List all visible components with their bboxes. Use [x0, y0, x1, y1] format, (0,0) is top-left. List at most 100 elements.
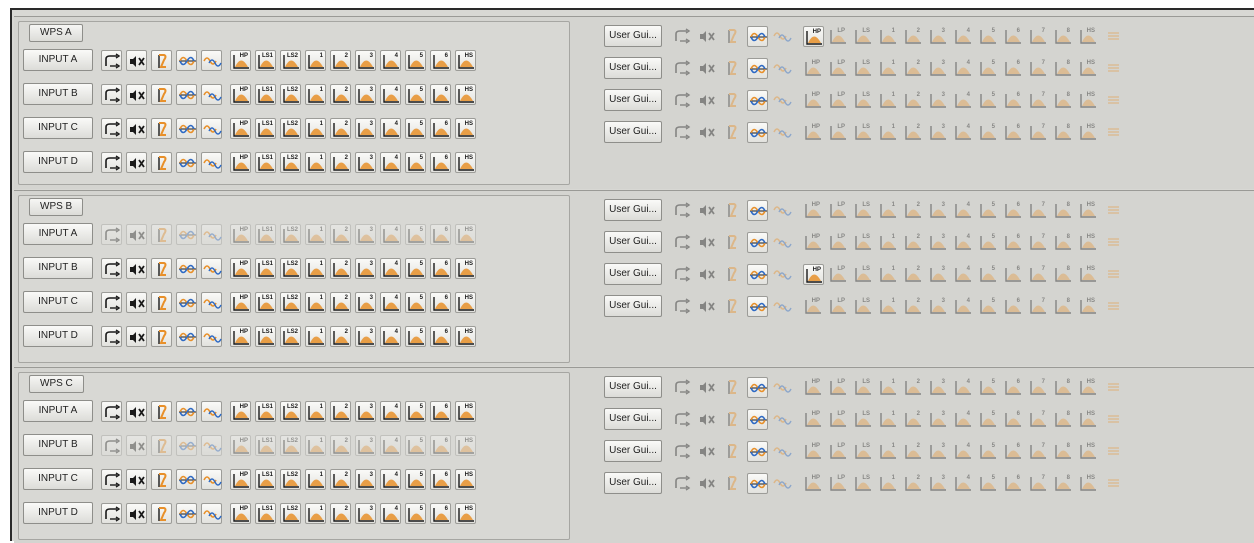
mute-icon[interactable]: [697, 200, 718, 221]
polarity-icon[interactable]: [722, 296, 743, 317]
eq-band-3-icon[interactable]: 3: [355, 83, 376, 105]
eq-band-5-icon[interactable]: 5: [405, 49, 426, 71]
eq-band-8-icon[interactable]: 8: [1053, 441, 1074, 462]
eq-band-2-icon[interactable]: 2: [330, 468, 351, 490]
route-icon[interactable]: [672, 232, 693, 253]
phase-icon[interactable]: [747, 121, 768, 143]
eq-band-6-icon[interactable]: 6: [430, 151, 451, 173]
mute-icon[interactable]: [126, 434, 147, 456]
flat-icon[interactable]: [1103, 58, 1124, 79]
eq-band-2-icon[interactable]: 2: [903, 377, 924, 398]
lp-filter-icon[interactable]: LP: [828, 122, 849, 143]
route-icon[interactable]: [672, 377, 693, 398]
eq-band-7-icon[interactable]: 7: [1028, 122, 1049, 143]
eq-band-8-icon[interactable]: 8: [1053, 200, 1074, 221]
ls1-shelf-icon[interactable]: LS1: [255, 325, 276, 347]
polarity-icon[interactable]: [722, 441, 743, 462]
mute-icon[interactable]: [126, 400, 147, 422]
wps-title-button[interactable]: WPS B: [29, 198, 84, 216]
eq-band-6-icon[interactable]: 6: [430, 468, 451, 490]
hp-filter-icon[interactable]: HP: [803, 200, 824, 221]
lp-filter-icon[interactable]: LP: [828, 441, 849, 462]
phase-icon[interactable]: [747, 57, 768, 79]
eq-band-1-icon[interactable]: 1: [878, 409, 899, 430]
delay-icon[interactable]: [772, 26, 793, 47]
eq-band-3-icon[interactable]: 3: [928, 122, 949, 143]
delay-icon[interactable]: [772, 122, 793, 143]
flat-icon[interactable]: [1103, 473, 1124, 494]
eq-band-6-icon[interactable]: 6: [430, 325, 451, 347]
hs-shelf-icon[interactable]: HS: [1078, 58, 1099, 79]
eq-band-8-icon[interactable]: 8: [1053, 122, 1074, 143]
hs-shelf-icon[interactable]: HS: [455, 291, 476, 313]
ls1-shelf-icon[interactable]: LS1: [255, 49, 276, 71]
input-button[interactable]: INPUT D: [23, 502, 93, 524]
route-icon[interactable]: [672, 409, 693, 430]
eq-band-3-icon[interactable]: 3: [355, 400, 376, 422]
hp-filter-icon[interactable]: HP: [230, 291, 251, 313]
eq-band-5-icon[interactable]: 5: [978, 26, 999, 47]
eq-band-1-icon[interactable]: 1: [878, 122, 899, 143]
ls2-shelf-icon[interactable]: LS2: [280, 257, 301, 279]
phase-icon[interactable]: [176, 434, 197, 456]
eq-band-4-icon[interactable]: 4: [380, 325, 401, 347]
mute-icon[interactable]: [126, 83, 147, 105]
phase-icon[interactable]: [747, 376, 768, 398]
eq-band-5-icon[interactable]: 5: [405, 325, 426, 347]
mute-icon[interactable]: [697, 232, 718, 253]
phase-icon[interactable]: [176, 49, 197, 71]
hp-filter-icon[interactable]: HP: [803, 409, 824, 430]
eq-band-8-icon[interactable]: 8: [1053, 90, 1074, 111]
phase-icon[interactable]: [747, 263, 768, 285]
hp-filter-icon[interactable]: HP: [230, 400, 251, 422]
eq-band-4-icon[interactable]: 4: [380, 151, 401, 173]
eq-band-3-icon[interactable]: 3: [928, 26, 949, 47]
lp-filter-icon[interactable]: LP: [828, 90, 849, 111]
eq-band-7-icon[interactable]: 7: [1028, 473, 1049, 494]
eq-band-6-icon[interactable]: 6: [1003, 264, 1024, 285]
eq-band-1-icon[interactable]: 1: [305, 400, 326, 422]
eq-band-4-icon[interactable]: 4: [380, 49, 401, 71]
mute-icon[interactable]: [697, 90, 718, 111]
ls-shelf-icon[interactable]: LS: [853, 264, 874, 285]
phase-icon[interactable]: [176, 83, 197, 105]
hp-filter-icon[interactable]: HP: [230, 83, 251, 105]
eq-band-4-icon[interactable]: 4: [380, 257, 401, 279]
user-guide-button[interactable]: User Gui...: [604, 472, 662, 494]
polarity-icon[interactable]: [151, 502, 172, 524]
polarity-icon[interactable]: [722, 58, 743, 79]
ls1-shelf-icon[interactable]: LS1: [255, 502, 276, 524]
eq-band-8-icon[interactable]: 8: [1053, 58, 1074, 79]
hp-filter-icon[interactable]: HP: [803, 232, 824, 253]
eq-band-5-icon[interactable]: 5: [405, 400, 426, 422]
eq-band-3-icon[interactable]: 3: [928, 409, 949, 430]
route-icon[interactable]: [101, 502, 122, 524]
hs-shelf-icon[interactable]: HS: [1078, 90, 1099, 111]
eq-band-3-icon[interactable]: 3: [355, 434, 376, 456]
route-icon[interactable]: [672, 122, 693, 143]
eq-band-3-icon[interactable]: 3: [355, 151, 376, 173]
polarity-icon[interactable]: [151, 257, 172, 279]
eq-band-6-icon[interactable]: 6: [430, 223, 451, 245]
phase-icon[interactable]: [176, 325, 197, 347]
eq-band-1-icon[interactable]: 1: [878, 58, 899, 79]
eq-band-6-icon[interactable]: 6: [1003, 232, 1024, 253]
eq-band-7-icon[interactable]: 7: [1028, 26, 1049, 47]
ls1-shelf-icon[interactable]: LS1: [255, 83, 276, 105]
eq-band-1-icon[interactable]: 1: [878, 264, 899, 285]
eq-band-2-icon[interactable]: 2: [903, 90, 924, 111]
lp-filter-icon[interactable]: LP: [828, 200, 849, 221]
hs-shelf-icon[interactable]: HS: [1078, 264, 1099, 285]
phase-icon[interactable]: [747, 408, 768, 430]
input-button[interactable]: INPUT C: [23, 291, 93, 313]
eq-band-5-icon[interactable]: 5: [405, 468, 426, 490]
eq-band-8-icon[interactable]: 8: [1053, 377, 1074, 398]
route-icon[interactable]: [672, 200, 693, 221]
eq-band-7-icon[interactable]: 7: [1028, 232, 1049, 253]
hs-shelf-icon[interactable]: HS: [455, 325, 476, 347]
delay-icon[interactable]: [201, 223, 222, 245]
eq-band-3-icon[interactable]: 3: [928, 90, 949, 111]
hp-filter-icon[interactable]: HP: [803, 90, 824, 111]
wps-title-button[interactable]: WPS C: [29, 375, 84, 393]
delay-icon[interactable]: [772, 441, 793, 462]
